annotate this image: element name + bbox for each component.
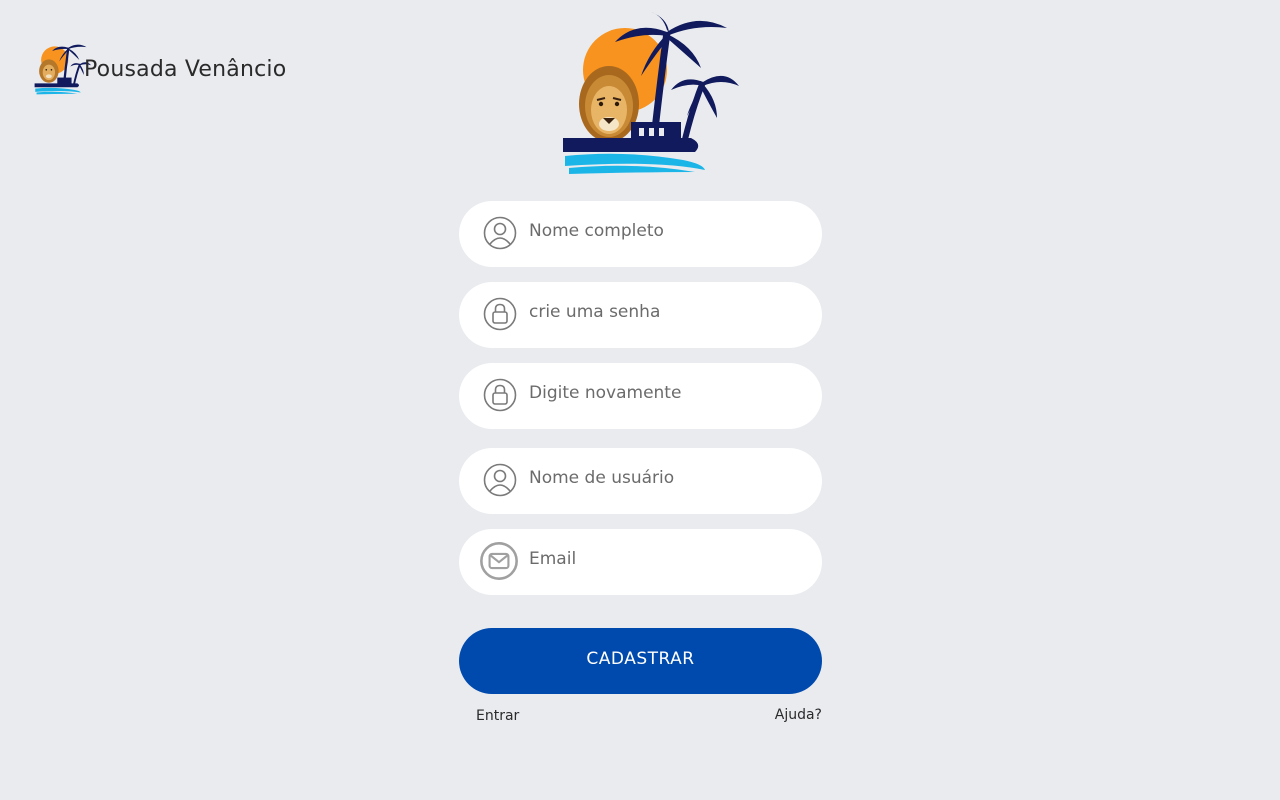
confirm-password-input[interactable]: [529, 377, 799, 409]
brand-name: Pousada Venâncio: [84, 56, 287, 82]
username-field[interactable]: [459, 448, 822, 514]
user-icon: [483, 463, 517, 497]
username-input[interactable]: [529, 462, 799, 494]
login-link[interactable]: Entrar: [476, 708, 519, 724]
full-name-input[interactable]: [529, 215, 799, 247]
user-icon: [483, 216, 517, 250]
lock-icon: [483, 297, 517, 331]
brand-logo-icon: [34, 44, 92, 95]
password-field[interactable]: [459, 282, 822, 348]
password-input[interactable]: [529, 296, 799, 328]
confirm-password-field[interactable]: [459, 363, 822, 429]
hero-logo-icon: [563, 12, 739, 174]
lock-icon: [483, 378, 517, 412]
help-link[interactable]: Ajuda?: [775, 707, 822, 723]
email-input[interactable]: [529, 543, 799, 575]
brand-header[interactable]: Pousada Venâncio: [32, 40, 286, 96]
signup-button[interactable]: CADASTRAR: [459, 628, 822, 694]
mail-icon: [480, 542, 518, 580]
full-name-field[interactable]: [459, 201, 822, 267]
email-field[interactable]: [459, 529, 822, 595]
signup-page: Pousada Venâncio Nome completo Nome de u…: [0, 0, 1280, 800]
